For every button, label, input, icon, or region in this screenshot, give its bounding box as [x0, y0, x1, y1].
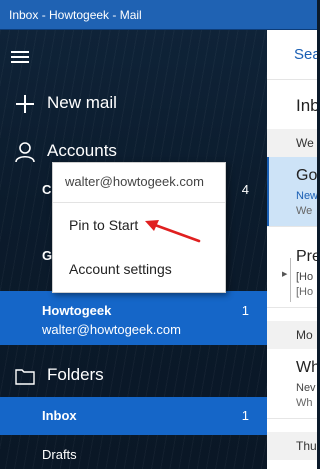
account-settings-menu-item[interactable]: Account settings [53, 250, 225, 288]
hamburger-menu-icon[interactable] [11, 51, 29, 64]
message-item[interactable]: Go New We [267, 157, 317, 227]
message-item[interactable]: Wh Nev Wh [267, 349, 317, 419]
account-name: C [42, 182, 52, 197]
annotation-arrow-icon [145, 220, 201, 243]
search-box[interactable]: Sea [267, 30, 317, 80]
message-subject: Nev [296, 382, 316, 394]
date-group-header: Thu [267, 432, 317, 460]
new-mail-button[interactable]: New mail [0, 84, 267, 122]
message-preview: We [296, 205, 313, 217]
message-subject: New [296, 190, 317, 202]
thread-line [290, 258, 291, 302]
account-name: G [42, 248, 53, 263]
window-title-bar: Inbox - Howtogeek - Mail [0, 0, 317, 30]
account-unread-count: 4 [241, 182, 249, 197]
message-subject: [Ho [296, 271, 314, 283]
date-group-header: Mo [267, 321, 317, 349]
folder-unread-count: 1 [241, 408, 249, 423]
folder-name: Inbox [42, 408, 77, 423]
account-unread-count: 1 [241, 303, 249, 318]
new-mail-label: New mail [47, 93, 117, 112]
accounts-label: Accounts [47, 141, 117, 160]
folders-header[interactable]: Folders [0, 356, 267, 394]
folder-item-drafts[interactable]: Drafts [0, 436, 267, 469]
expand-thread-icon[interactable]: ▶ [282, 270, 287, 278]
selection-indicator [267, 157, 269, 226]
context-menu-account-email: walter@howtogeek.com [53, 163, 225, 203]
message-sender: Go [296, 167, 317, 184]
message-sender: Pre [296, 248, 317, 265]
folder-title: Inb [296, 96, 317, 115]
folder-item-inbox[interactable]: Inbox 1 [0, 397, 267, 435]
message-preview: Wh [296, 397, 313, 409]
search-placeholder: Sea [294, 46, 317, 63]
account-item-howtogeek[interactable]: Howtogeek walter@howtogeek.com 1 [0, 291, 267, 345]
message-list-pane: Sea Inb We Go New We ▶ Pre [Ho [Ho Mo Wh… [267, 30, 317, 469]
date-group-header: We [267, 129, 317, 157]
plus-icon [14, 93, 36, 115]
message-sender: Wh [296, 359, 317, 376]
folder-name: Drafts [42, 447, 77, 462]
account-name: Howtogeek [42, 303, 112, 318]
message-item[interactable]: ▶ Pre [Ho [Ho [267, 238, 317, 308]
person-icon [14, 141, 36, 163]
folders-label: Folders [47, 365, 104, 384]
message-preview: [Ho [296, 286, 314, 298]
window-title: Inbox - Howtogeek - Mail [9, 8, 142, 22]
folder-icon [14, 365, 36, 387]
account-email: walter@howtogeek.com [42, 322, 181, 337]
